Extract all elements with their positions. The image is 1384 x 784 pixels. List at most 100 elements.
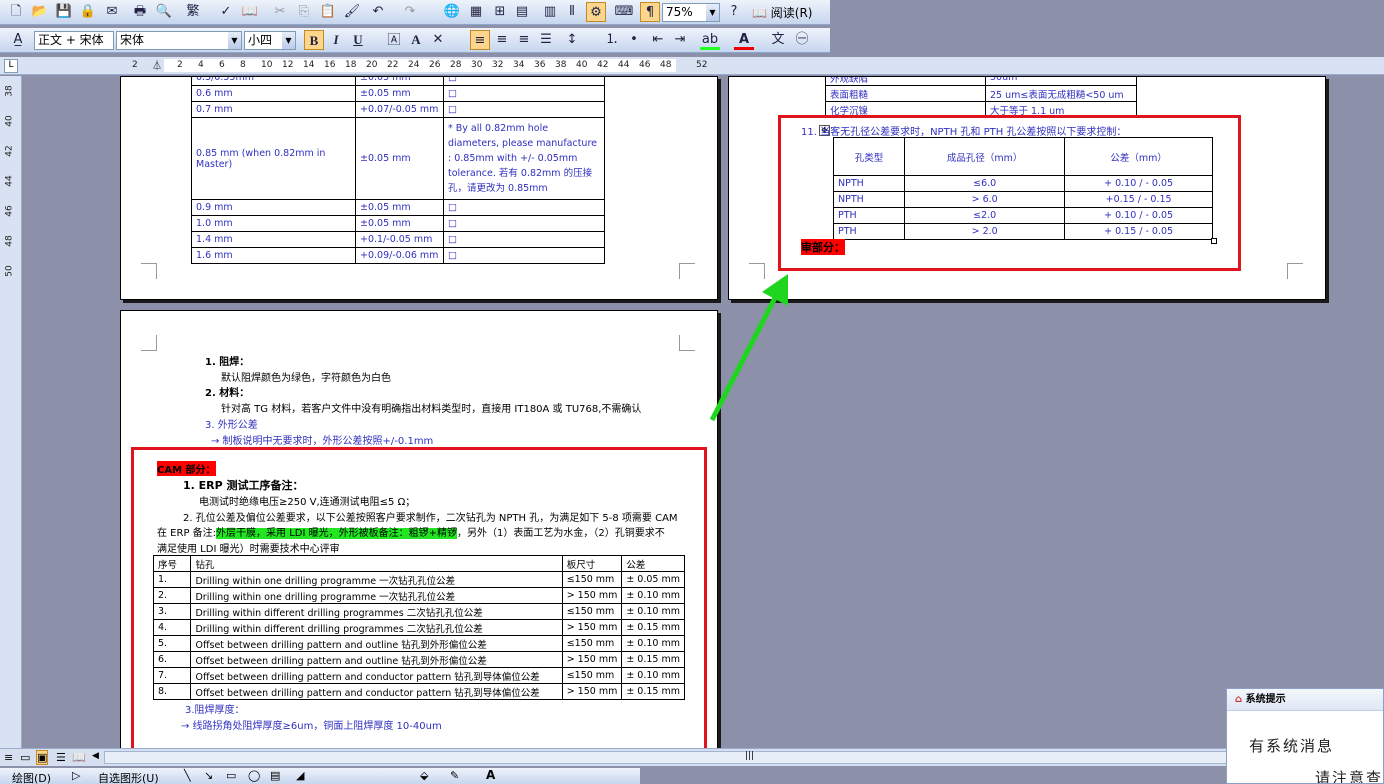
hyperlink-icon[interactable]: 🌐 xyxy=(442,2,462,22)
new-document-icon[interactable]: 🗋 xyxy=(6,2,26,22)
table-cell: 孔类型 xyxy=(832,137,906,176)
print-icon[interactable]: 🖶 xyxy=(130,2,150,22)
align-left-icon[interactable]: ≡ xyxy=(470,30,490,50)
line-color-icon[interactable]: ✎ xyxy=(450,769,459,782)
rectangle-icon[interactable]: ▭ xyxy=(226,769,236,782)
line-spacing-icon[interactable]: ↕ xyxy=(562,30,582,50)
tolerance-paragraph-line2: 在 ERP 备注:外层干膜，采用 LDI 曝光，外形被板备注：粗锣+精锣，另外（… xyxy=(157,524,665,539)
align-center-icon[interactable]: ≡ xyxy=(492,30,512,50)
help-icon[interactable]: ? xyxy=(724,2,744,22)
document-map-icon[interactable]: ⚙ xyxy=(586,2,606,22)
paste-icon[interactable]: 📋 xyxy=(318,2,338,22)
web-view-icon[interactable]: ▭ xyxy=(20,751,30,764)
highlight-icon[interactable]: ab xyxy=(700,30,720,50)
table-cell: 5. xyxy=(152,635,192,652)
phonetic-guide-icon[interactable]: 文 xyxy=(768,30,788,50)
print-view-icon[interactable]: ▣ xyxy=(36,750,49,765)
font-color-draw-icon[interactable]: A xyxy=(486,768,495,782)
vruler-number: 44 xyxy=(4,175,15,187)
crop-mark xyxy=(679,335,695,351)
table-row: 6. Offset between drilling pattern and ou… xyxy=(152,651,685,668)
bullets-icon[interactable]: • xyxy=(624,30,644,50)
scroll-thumb-grip[interactable]: ||| xyxy=(745,751,754,761)
font-color-icon[interactable]: A xyxy=(734,30,754,50)
screen-tip-icon[interactable]: ⌨ xyxy=(614,2,634,22)
horizontal-ruler[interactable]: L 2 2 4 6 8 10 12 14 16 18 20 22 24 26 28 30 32 34 36 38 40 4… xyxy=(0,57,1384,75)
email-icon[interactable]: ✉ xyxy=(102,2,122,22)
increase-indent-icon[interactable]: ⇥ xyxy=(670,30,690,50)
line-icon[interactable]: ╲ xyxy=(184,769,191,782)
save-icon[interactable]: 💾 xyxy=(54,2,74,22)
align-right-icon[interactable]: ≡ xyxy=(514,30,534,50)
tab-selector[interactable]: L xyxy=(4,59,18,73)
permission-icon[interactable]: 🔒 xyxy=(78,2,98,22)
horizontal-scrollbar[interactable]: ||| xyxy=(104,751,1374,764)
table-cell: 50um xyxy=(985,77,1137,86)
table-cell: NPTH xyxy=(832,175,906,192)
outline-tolerance-text: → 制板说明中无要求时，外形公差按照+/-0.1mm xyxy=(211,436,434,447)
insert-table-icon[interactable]: ⊞ xyxy=(490,2,510,22)
table-cell: Drilling within different drilling progr… xyxy=(190,603,563,620)
enclose-characters-icon[interactable]: ㊀ xyxy=(792,30,812,50)
table-cell: PTH xyxy=(832,207,906,224)
styles-pane-icon[interactable]: A̲ xyxy=(8,30,28,50)
zoom-select[interactable]: 75% ▼ xyxy=(662,3,720,22)
scroll-left-icon[interactable]: ◀ xyxy=(92,751,99,761)
traditional-chinese-button[interactable]: 繁 xyxy=(184,2,202,22)
table-cell: ±0.05 mm xyxy=(355,199,444,216)
table-cell: 2. xyxy=(152,587,192,604)
table-row: 0.5/0.55mm ±0.05 mm □ xyxy=(191,77,605,86)
arrow-icon[interactable]: ↘ xyxy=(204,769,213,782)
indent-marker-icon[interactable]: ⏃ xyxy=(152,57,162,72)
solder-thickness-text: → 线路拐角处阻焊厚度≥6um，铜面上阻焊厚度 10-40um xyxy=(181,721,442,732)
textbox-icon[interactable]: ▤ xyxy=(270,769,280,782)
copy-icon[interactable]: ⎘ xyxy=(294,2,314,22)
drawing-icon[interactable]: ⫴ xyxy=(562,2,582,22)
italic-button[interactable]: I xyxy=(326,30,346,50)
ruler-number: 40 xyxy=(576,60,588,70)
tables-borders-icon[interactable]: ▦ xyxy=(466,2,486,22)
autoshapes-menu[interactable]: 自选图形(U) xyxy=(98,770,159,784)
research-icon[interactable]: 📖 xyxy=(240,2,260,22)
show-hide-marks-icon[interactable]: ¶ xyxy=(640,2,660,22)
vertical-ruler[interactable]: 38 40 42 44 46 48 50 xyxy=(0,76,22,748)
open-folder-icon[interactable]: 📂 xyxy=(30,2,50,22)
style-select[interactable]: 正文 + 宋体 xyxy=(34,31,114,50)
print-preview-icon[interactable]: 🔍 xyxy=(154,2,174,22)
char-border-icon[interactable]: 🄰 xyxy=(384,30,404,50)
wordart-icon[interactable]: ◢ xyxy=(296,769,304,782)
font-size-select[interactable]: 小四 ▼ xyxy=(244,31,296,50)
spelling-icon[interactable]: ✓ xyxy=(216,2,236,22)
table-resize-handle[interactable] xyxy=(1211,238,1217,244)
justify-icon[interactable]: ☰ xyxy=(536,30,556,50)
char-shading-icon[interactable]: A xyxy=(406,30,426,50)
oval-icon[interactable]: ◯ xyxy=(248,769,260,782)
read-mode-button[interactable]: 📖 阅读(R) xyxy=(752,4,812,21)
reading-view-icon[interactable]: 📖 xyxy=(72,751,86,764)
columns-icon[interactable]: ▥ xyxy=(540,2,560,22)
drilling-tolerance-table: 序号 钻孔 板尺寸 公差 1. Drilling within one drilling … xyxy=(152,555,685,700)
normal-view-icon[interactable]: ≡ xyxy=(4,751,13,764)
table-row: 1. Drilling within one drilling programme… xyxy=(152,571,685,588)
underline-button[interactable]: U xyxy=(348,30,368,50)
ruler-number: 8 xyxy=(240,60,246,70)
cut-icon[interactable]: ✂ xyxy=(270,2,290,22)
redo-icon[interactable]: ↷ xyxy=(400,2,420,22)
char-scale-icon[interactable]: ✕ xyxy=(428,30,448,50)
outline-view-icon[interactable]: ☰ xyxy=(56,751,66,764)
decrease-indent-icon[interactable]: ⇤ xyxy=(648,30,668,50)
select-arrow-icon[interactable]: ▷ xyxy=(72,769,80,782)
font-select[interactable]: 宋体 ▼ xyxy=(116,31,242,50)
fill-color-icon[interactable]: ⬙ xyxy=(420,769,428,782)
numbering-icon[interactable]: ⒈ xyxy=(602,30,622,50)
insert-excel-icon[interactable]: ▤ xyxy=(512,2,532,22)
vruler-number: 48 xyxy=(4,235,15,247)
table-cell: > 150 mm xyxy=(561,619,623,636)
table-cell: □ xyxy=(443,215,605,232)
format-painter-icon[interactable]: 🖌 xyxy=(342,2,362,22)
draw-menu[interactable]: 绘图(D) xyxy=(12,770,51,784)
system-notification[interactable]: ⌂ 系统提示 有系统消息 请注意查 xyxy=(1226,688,1384,784)
bold-button[interactable]: B xyxy=(304,30,324,50)
table-cell: 1. xyxy=(152,571,192,588)
undo-icon[interactable]: ↶ xyxy=(368,2,388,22)
